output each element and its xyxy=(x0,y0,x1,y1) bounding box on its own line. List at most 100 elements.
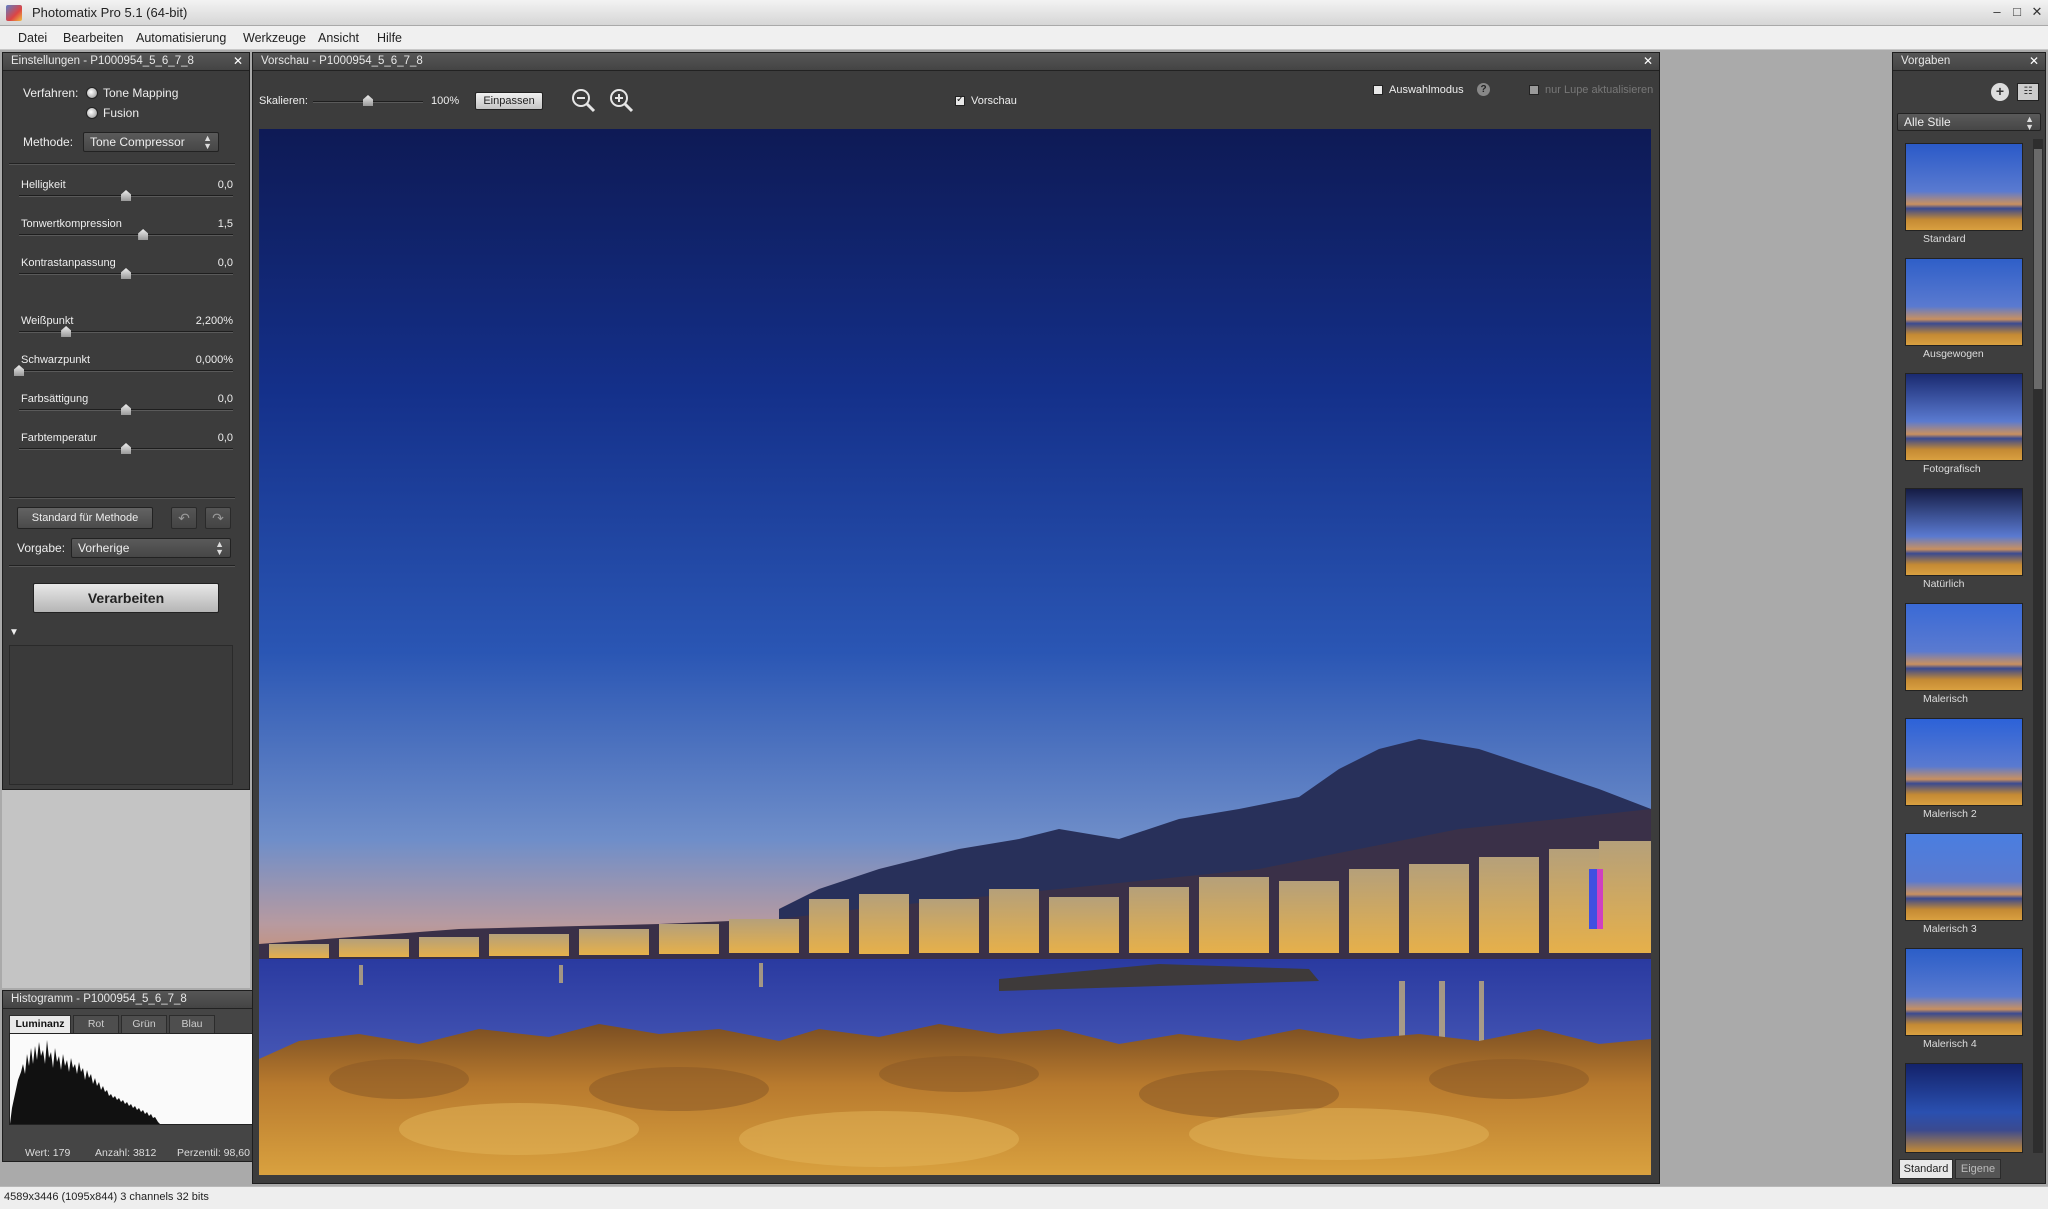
preset-tab-eigene[interactable]: Eigene xyxy=(1955,1159,2001,1179)
hist-percentile: Perzentil: 98,60 xyxy=(177,1147,250,1159)
preset-thumbnail[interactable] xyxy=(1905,603,2023,691)
close-icon[interactable]: ✕ xyxy=(1643,54,1653,68)
preview-header: Vorschau - P1000954_5_6_7_8 ✕ xyxy=(253,53,1659,71)
preset-label[interactable]: Ausgewogen xyxy=(1923,348,1984,360)
histogram-header: Histogramm - P1000954_5_6_7_8 ✕ xyxy=(3,991,267,1009)
close-window-button[interactable]: ✕ xyxy=(2028,3,2046,21)
preset-label[interactable]: Malerisch xyxy=(1923,693,1968,705)
slider-thumb[interactable] xyxy=(121,443,131,454)
preset-label[interactable]: Malerisch 3 xyxy=(1923,923,1977,935)
menu-hilfe[interactable]: Hilfe xyxy=(377,31,402,45)
standard-method-button[interactable]: Standard für Methode xyxy=(17,507,153,529)
fusion-label[interactable]: Fusion xyxy=(103,106,139,120)
preset-thumbnail[interactable] xyxy=(1905,948,2023,1036)
menu-bearbeiten[interactable]: Bearbeiten xyxy=(63,31,123,45)
presets-panel: Vorgaben ✕ + ☷ Alle Stile ▲ ▼ Standard Aus… xyxy=(1892,52,2046,1184)
tab-rot[interactable]: Rot xyxy=(73,1015,119,1033)
preset-label[interactable]: Natürlich xyxy=(1923,578,1964,590)
scale-slider[interactable] xyxy=(313,95,423,106)
process-button[interactable]: Verarbeiten xyxy=(33,583,219,613)
preset-thumbnail[interactable] xyxy=(1905,718,2023,806)
fit-button[interactable]: Einpassen xyxy=(475,92,543,110)
menu-werkzeuge[interactable]: Werkzeuge xyxy=(243,31,306,45)
settings-header: Einstellungen - P1000954_5_6_7_8 ✕ xyxy=(3,53,249,71)
slider-value: 0,0 xyxy=(217,257,233,269)
slider-track[interactable] xyxy=(19,331,233,333)
radio-tone-mapping[interactable] xyxy=(86,87,98,99)
slider-thumb[interactable] xyxy=(61,326,72,337)
loupe-update-label[interactable]: nur Lupe aktualisieren xyxy=(1545,84,1653,96)
minimize-button[interactable]: – xyxy=(1988,3,2006,21)
slider-row[interactable]: Kontrastanpassung 0,0 xyxy=(17,257,233,287)
slider-value: 2,200% xyxy=(195,315,233,327)
add-preset-icon[interactable]: + xyxy=(1991,83,2009,101)
slider-label: Kontrastanpassung xyxy=(21,257,116,269)
preset-label[interactable]: Malerisch 2 xyxy=(1923,808,1977,820)
tab-luminanz[interactable]: Luminanz xyxy=(9,1015,71,1033)
zoom-in-icon[interactable] xyxy=(609,88,635,114)
menu-datei[interactable]: Datei xyxy=(18,31,47,45)
select-arrows-icon: ▲ ▼ xyxy=(2025,114,2034,132)
preview-checkbox-label[interactable]: Vorschau xyxy=(971,95,1017,107)
undo-icon[interactable]: ↶ xyxy=(171,507,197,529)
slider-value: 0,0 xyxy=(217,393,233,405)
slider-thumb[interactable] xyxy=(121,190,131,201)
preset-label[interactable]: Malerisch 4 xyxy=(1923,1038,1977,1050)
redo-icon[interactable]: ↷ xyxy=(205,507,231,529)
slider-track[interactable] xyxy=(19,370,233,372)
slider-row[interactable]: Tonwertkompression 1,5 xyxy=(17,218,233,248)
maximize-button[interactable]: □ xyxy=(2008,3,2026,21)
preview-image[interactable] xyxy=(259,129,1651,1175)
presets-scrollbar[interactable] xyxy=(2033,139,2043,1153)
selection-mode-checkbox[interactable] xyxy=(1373,85,1383,95)
scale-slider-thumb[interactable] xyxy=(363,95,373,106)
slider-label: Schwarzpunkt xyxy=(21,354,91,366)
preset-thumbnail[interactable] xyxy=(1905,143,2023,231)
slider-row[interactable]: Weißpunkt 2,200% xyxy=(17,315,233,345)
menu-automatisierung[interactable]: Automatisierung xyxy=(136,31,226,45)
zoom-out-icon[interactable] xyxy=(571,88,597,114)
vorgabe-select[interactable]: Vorherige ▲ ▼ xyxy=(71,538,231,558)
menu-ansicht[interactable]: Ansicht xyxy=(318,31,359,45)
radio-fusion[interactable] xyxy=(86,107,98,119)
preset-label[interactable]: Standard xyxy=(1923,233,1966,245)
tab-gruen[interactable]: Grün xyxy=(121,1015,167,1033)
preset-thumbnail[interactable] xyxy=(1905,258,2023,346)
preset-label[interactable]: Fotografisch xyxy=(1923,463,1981,475)
preset-thumbnail[interactable] xyxy=(1905,833,2023,921)
preset-thumbnail[interactable] xyxy=(1905,1063,2023,1153)
preview-title: Vorschau - P1000954_5_6_7_8 xyxy=(261,55,423,67)
close-icon[interactable]: ✕ xyxy=(2029,54,2039,68)
vorgabe-label: Vorgabe: xyxy=(17,541,66,555)
slider-thumb[interactable] xyxy=(14,365,24,376)
slider-label: Weißpunkt xyxy=(21,315,74,327)
slider-row[interactable]: Helligkeit 0,0 xyxy=(17,179,233,209)
hdr-photo xyxy=(259,129,1651,1175)
loupe-update-checkbox[interactable] xyxy=(1529,85,1539,95)
slider-thumb[interactable] xyxy=(121,404,131,415)
select-arrows-icon: ▲ ▼ xyxy=(203,133,212,151)
status-text: 4589x3446 (1095x844) 3 channels 32 bits xyxy=(4,1191,209,1203)
methode-select[interactable]: Tone Compressor ▲ ▼ xyxy=(83,132,219,152)
close-icon[interactable]: ✕ xyxy=(233,54,243,68)
slider-thumb[interactable] xyxy=(138,229,149,240)
details-area xyxy=(9,645,233,785)
slider-row[interactable]: Farbsättigung 0,0 xyxy=(17,393,233,423)
help-icon[interactable]: ? xyxy=(1477,83,1490,96)
slider-row[interactable]: Schwarzpunkt 0,000% xyxy=(14,354,233,384)
tone-mapping-label[interactable]: Tone Mapping xyxy=(103,86,178,100)
preview-checkbox[interactable] xyxy=(955,94,965,106)
slider-track[interactable] xyxy=(19,234,233,236)
grid-view-icon[interactable]: ☷ xyxy=(2017,83,2039,101)
selection-mode-label[interactable]: Auswahlmodus xyxy=(1389,84,1464,96)
slider-thumb[interactable] xyxy=(121,268,131,279)
tab-blau[interactable]: Blau xyxy=(169,1015,215,1033)
preset-thumbnail[interactable] xyxy=(1905,488,2023,576)
histogram-panel: Histogramm - P1000954_5_6_7_8 ✕ Luminanz… xyxy=(2,990,268,1162)
preset-thumbnail[interactable] xyxy=(1905,373,2023,461)
slider-row[interactable]: Farbtemperatur 0,0 xyxy=(17,432,233,462)
preset-tab-standard[interactable]: Standard xyxy=(1899,1159,1953,1179)
expand-arrow-icon[interactable]: ▼ xyxy=(9,627,19,638)
preset-filter-select[interactable]: Alle Stile ▲ ▼ xyxy=(1897,113,2041,132)
scrollbar-thumb[interactable] xyxy=(2034,149,2042,389)
